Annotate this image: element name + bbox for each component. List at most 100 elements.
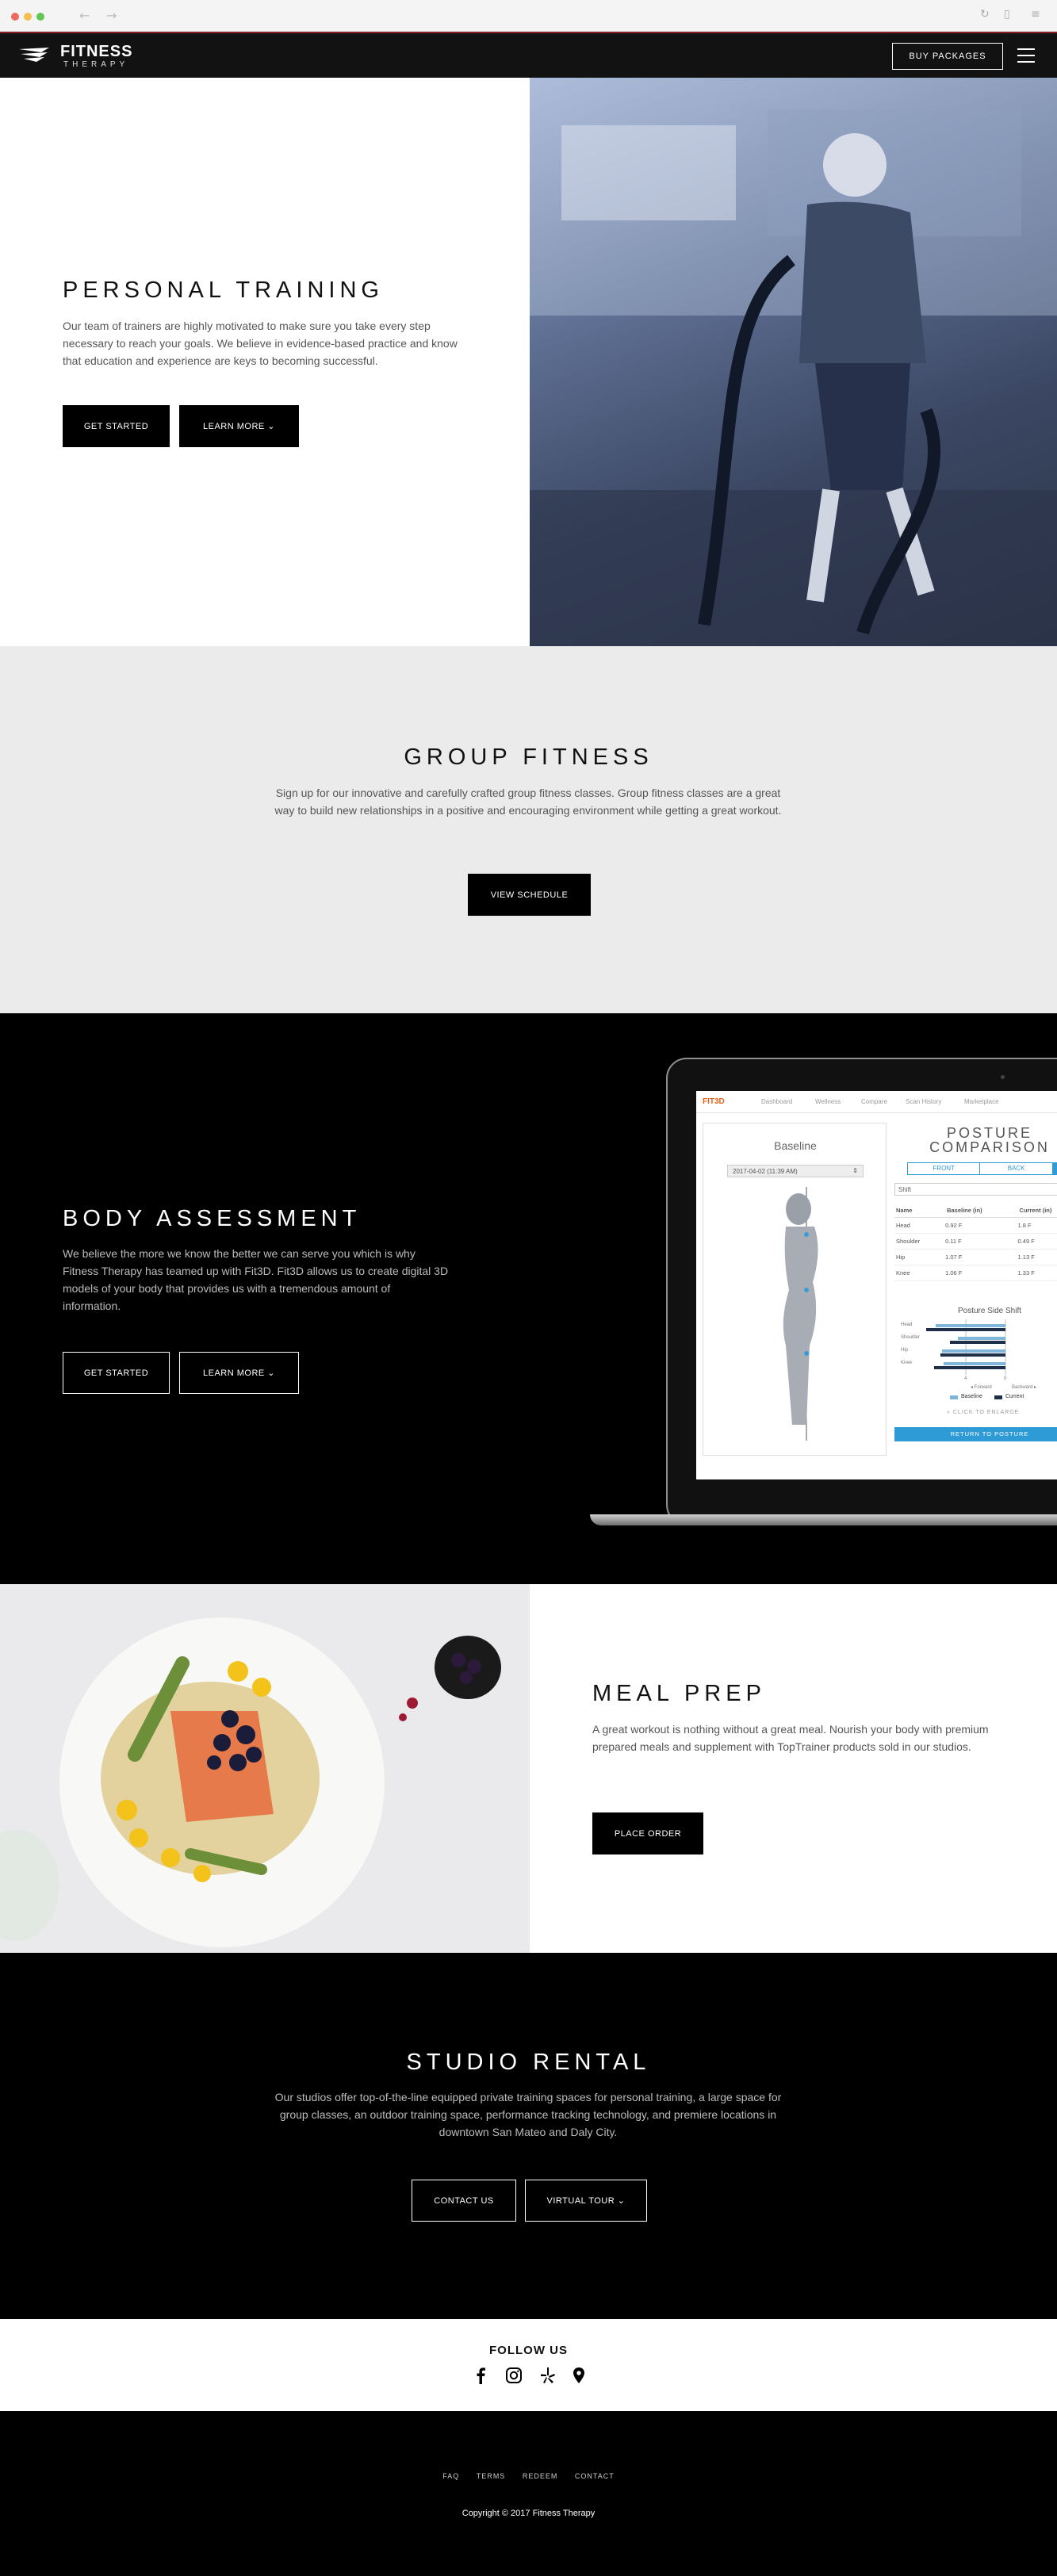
table-row: Shoulder 0.11 F 0.49 F	[894, 1234, 1057, 1250]
back-arrow-icon[interactable]: ←	[79, 8, 90, 23]
chart-axis-tick: 4	[964, 1376, 967, 1381]
reload-icon[interactable]: ↻	[980, 8, 990, 21]
chart-label-hip: Hip	[901, 1348, 909, 1353]
site-footer: FAQ TERMS REDEEM CONTACT Copyright © 201…	[0, 2411, 1057, 2576]
copyright-text: Copyright © 2017 Fitness Therapy	[461, 2509, 596, 2518]
chart-direction-backward: Backward ▸	[1012, 1385, 1037, 1390]
tab-side[interactable]: S	[1051, 1163, 1057, 1174]
studio-rental-text: Our studios offer top-of-the-line equipp…	[274, 2091, 782, 2138]
chart-label-shoulder: Shoulder	[901, 1335, 921, 1340]
select-arrows-icon: ⇕	[852, 1167, 858, 1174]
col-name: Name	[896, 1207, 913, 1214]
posture-title: POSTURE COMPARISON	[929, 1125, 1050, 1155]
tab-front[interactable]: FRONT	[908, 1163, 979, 1174]
3d-body-model	[783, 1187, 818, 1441]
posture-panel: POSTURE COMPARISON FRONT BACK S Shift Na…	[894, 1123, 1057, 1472]
footer-links: FAQ TERMS REDEEM CONTACT	[0, 2472, 1057, 2480]
shift-select[interactable]: Shift	[894, 1183, 1057, 1196]
forward-arrow-icon[interactable]: →	[106, 8, 117, 23]
close-window-dot[interactable]	[11, 13, 19, 21]
legend-current: Current	[1005, 1394, 1024, 1399]
table-row: Head 0.92 F 1.8 F	[894, 1218, 1057, 1234]
contact-us-button[interactable]: CONTACT US	[412, 2180, 516, 2222]
body-assessment-text: We believe the more we know the better w…	[63, 1247, 449, 1312]
fit3d-logo: FIT3D	[703, 1097, 725, 1106]
personal-training-title: PERSONAL TRAINING	[63, 278, 384, 303]
buy-packages-button[interactable]: BUY PACKAGES	[892, 43, 1003, 70]
footer-link-redeem[interactable]: REDEEM	[523, 2472, 558, 2480]
footer-link-terms[interactable]: TERMS	[477, 2472, 506, 2480]
table-header-row: Name Baseline (in) Current (in)	[894, 1204, 1057, 1218]
get-started-button[interactable]: GET STARTED	[63, 1352, 170, 1394]
browser-chrome: ← → ↻ ▯ ≡	[0, 0, 1057, 32]
click-to-enlarge-link[interactable]: ⌕ CLICK TO ENLARGE	[947, 1410, 1019, 1416]
get-started-button[interactable]: GET STARTED	[63, 405, 170, 447]
laptop-base	[590, 1514, 1057, 1525]
social-icons	[473, 2365, 585, 2386]
col-current: Current (in)	[1019, 1207, 1052, 1214]
learn-more-button[interactable]: LEARN MORE ⌄	[179, 405, 299, 447]
trainer-battle-ropes-photo	[530, 78, 1057, 646]
personal-training-section: PERSONAL TRAINING Our team of trainers a…	[0, 78, 1057, 646]
group-fitness-section: GROUP FITNESS Sign up for our innovative…	[0, 646, 1057, 1013]
side-shift-chart-title: Posture Side Shift	[957, 1307, 1022, 1315]
legend-swatch-current	[994, 1395, 1002, 1399]
footer-link-contact[interactable]: CONTACT	[575, 2472, 615, 2480]
personal-training-text: Our team of trainers are highly motivate…	[63, 320, 458, 367]
facebook-icon[interactable]	[473, 2367, 488, 2384]
fit3d-nav-compare[interactable]: Compare	[861, 1098, 887, 1105]
gym-scene-illustration	[530, 78, 1057, 646]
chart-direction-forward: ◂ Forward	[971, 1385, 992, 1390]
yelp-icon[interactable]	[540, 2367, 556, 2384]
laptop-screen: FIT3D Dashboard Wellness Compare Scan Hi…	[696, 1091, 1057, 1479]
fit3d-nav-scan-history[interactable]: Scan History	[906, 1098, 941, 1105]
brand-name: FITNESS	[60, 43, 133, 60]
fit3d-nav-marketplace[interactable]: Marketplace	[964, 1098, 999, 1105]
return-to-posture-button[interactable]: RETURN TO POSTURE	[894, 1427, 1057, 1441]
location-icon[interactable]	[573, 2367, 585, 2384]
hamburger-icon[interactable]	[1017, 48, 1035, 63]
laptop-mockup: FIT3D Dashboard Wellness Compare Scan Hi…	[666, 1058, 1057, 1525]
chart-label-knee: Knee	[901, 1361, 913, 1365]
fit3d-nav-wellness[interactable]: Wellness	[815, 1098, 841, 1105]
bookmark-icon[interactable]: ▯	[1004, 8, 1010, 21]
meal-prep-text: A great workout is nothing without a gre…	[592, 1723, 989, 1753]
laptop-camera	[1001, 1075, 1005, 1079]
virtual-tour-button[interactable]: VIRTUAL TOUR ⌄	[525, 2180, 647, 2222]
fit3d-navbar: FIT3D Dashboard Wellness Compare Scan Hi…	[696, 1091, 1057, 1113]
studio-rental-section: STUDIO RENTAL Our studios offer top-of-t…	[0, 1953, 1057, 2319]
zoom-icon: ⌕	[947, 1410, 953, 1415]
fit3d-nav-dashboard[interactable]: Dashboard	[761, 1098, 792, 1105]
meal-illustration	[0, 1617, 501, 1947]
salmon-meal-photo	[0, 1584, 530, 1953]
maximize-window-dot[interactable]	[36, 13, 44, 21]
view-tabs: FRONT BACK S	[907, 1162, 1057, 1175]
scan-date-value: 2017-04-02 (11:39 AM)	[733, 1168, 798, 1175]
studio-rental-title: STUDIO RENTAL	[406, 2050, 651, 2075]
baseline-label: Baseline	[774, 1139, 817, 1152]
instagram-icon[interactable]	[505, 2367, 523, 2384]
site-header: FITNESS THERAPY BUY PACKAGES	[0, 32, 1057, 78]
wing-logo-icon	[19, 48, 49, 62]
follow-us-title: FOLLOW US	[489, 2344, 568, 2357]
legend-swatch-baseline	[950, 1395, 958, 1399]
group-fitness-text: Sign up for our innovative and carefully…	[274, 787, 782, 817]
chart-label-head: Head	[901, 1322, 913, 1327]
legend-baseline: Baseline	[961, 1394, 982, 1399]
posture-table: Name Baseline (in) Current (in) Head 0.92…	[894, 1204, 1057, 1281]
meal-prep-section: MEAL PREP A great workout is nothing wit…	[0, 1584, 1057, 1953]
table-row: Knee 1.06 F 1.33 F	[894, 1265, 1057, 1281]
learn-more-button[interactable]: LEARN MORE ⌄	[179, 1352, 299, 1394]
scan-date-select[interactable]: 2017-04-02 (11:39 AM) ⇕	[727, 1165, 864, 1177]
tab-back[interactable]: BACK	[979, 1163, 1051, 1174]
table-row: Hip 1.07 F 1.13 F	[894, 1250, 1057, 1265]
minimize-window-dot[interactable]	[24, 13, 32, 21]
side-shift-bar-chart	[926, 1319, 1006, 1375]
footer-link-faq[interactable]: FAQ	[442, 2472, 459, 2480]
place-order-button[interactable]: PLACE ORDER	[592, 1812, 703, 1854]
body-assessment-title: BODY ASSESSMENT	[63, 1206, 362, 1231]
view-schedule-button[interactable]: VIEW SCHEDULE	[468, 874, 591, 916]
baseline-panel: Baseline 2017-04-02 (11:39 AM) ⇕	[703, 1123, 887, 1456]
body-assessment-section: BODY ASSESSMENT We believe the more we k…	[0, 1013, 1057, 1584]
browser-menu-icon[interactable]: ≡	[1031, 8, 1040, 21]
